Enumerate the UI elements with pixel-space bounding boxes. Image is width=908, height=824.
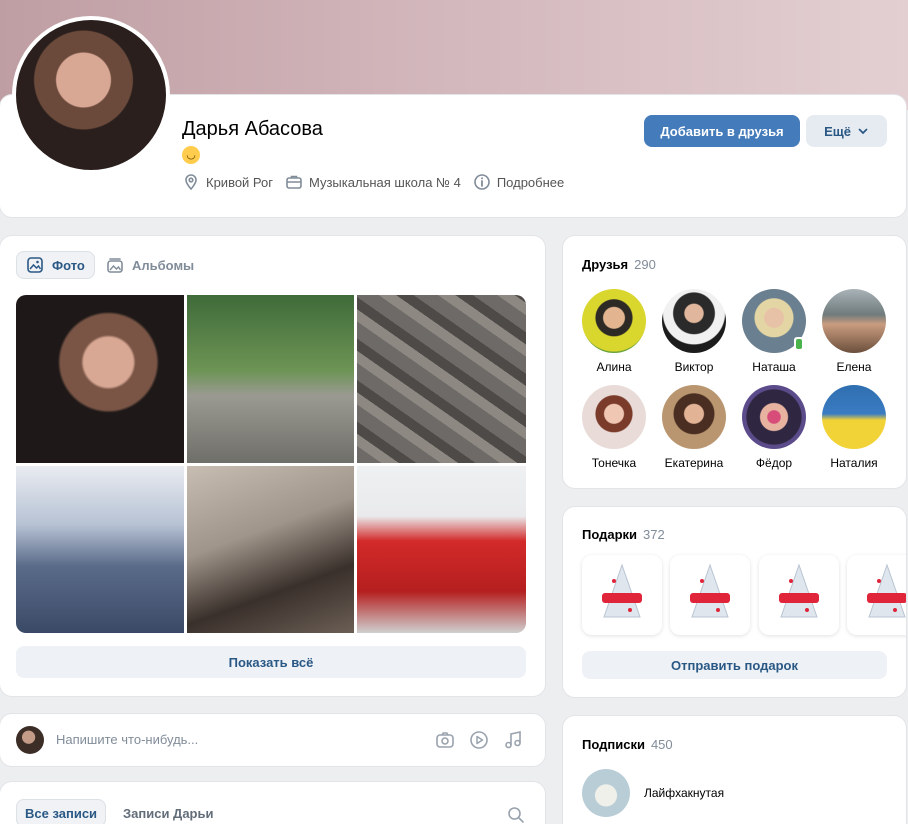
photo-thumbnail[interactable] [16, 466, 184, 633]
show-all-photos-button[interactable]: Показать всё [16, 646, 526, 678]
friend-item[interactable]: Наташа [734, 289, 814, 374]
gifts-card: Подарки 372 Отправить подарок [563, 507, 906, 697]
subscription-name: Лайфхакнутая [644, 786, 725, 800]
friend-item[interactable]: Тонечка [574, 385, 654, 470]
albums-icon [107, 258, 123, 273]
subscriptions-count: 450 [650, 737, 673, 752]
friend-name: Елена [836, 360, 872, 374]
gift-item[interactable] [847, 555, 906, 635]
subscriptions-title: Подписки [582, 737, 645, 752]
more-actions-button[interactable]: Ещё [806, 115, 887, 147]
gift-item[interactable] [582, 555, 662, 635]
profile-school[interactable]: Музыкальная школа № 4 [285, 173, 461, 191]
friend-item[interactable]: Екатерина [654, 385, 734, 470]
add-friend-button[interactable]: Добавить в друзья [644, 115, 800, 147]
friend-name: Екатерина [664, 456, 724, 470]
friend-name: Виктор [674, 360, 714, 374]
friend-item[interactable]: Виктор [654, 289, 734, 374]
subscriptions-header[interactable]: Подписки 450 [582, 737, 673, 752]
tab-albums[interactable]: Альбомы [96, 251, 204, 279]
friend-avatar [822, 385, 886, 449]
friend-avatar [822, 289, 886, 353]
photo-thumbnail[interactable] [357, 295, 526, 463]
status-emoji-icon: ◡ [182, 146, 200, 164]
tab-all-posts[interactable]: Все записи [16, 799, 107, 824]
profile-more-info[interactable]: Подробнее [473, 173, 564, 191]
photo-icon [27, 257, 43, 273]
friends-header[interactable]: Друзья 290 [582, 257, 656, 272]
friend-name: Тонечка [591, 456, 637, 470]
info-icon [474, 174, 490, 190]
friend-avatar [582, 385, 646, 449]
friend-name: Наташа [752, 360, 796, 374]
photos-card: Фото Альбомы Показать всё [0, 236, 545, 696]
friend-item[interactable]: Елена [814, 289, 894, 374]
profile-more-info-label: Подробнее [496, 174, 565, 190]
christmas-tree-gift-icon [867, 563, 906, 618]
tab-photos[interactable]: Фото [16, 251, 95, 279]
friend-name: Наталия [830, 456, 878, 470]
gift-item[interactable] [759, 555, 839, 635]
friend-name: Алина [596, 360, 632, 374]
friend-item[interactable]: Алина [574, 289, 654, 374]
friend-name: Фёдор [755, 456, 793, 470]
gifts-count: 372 [643, 527, 665, 542]
location-pin-icon [185, 174, 197, 191]
profile-city-label: Кривой Рог [206, 174, 273, 190]
friend-avatar [742, 385, 806, 449]
online-status-icon [794, 337, 804, 351]
friends-count: 290 [634, 257, 656, 272]
photo-thumbnail[interactable] [187, 295, 354, 463]
briefcase-icon [286, 175, 302, 189]
gift-item[interactable] [670, 555, 750, 635]
photo-thumbnail[interactable] [16, 295, 184, 463]
friend-avatar [662, 385, 726, 449]
gifts-title: Подарки [582, 527, 638, 542]
post-attach-icons [435, 730, 523, 750]
tab-albums-label: Альбомы [132, 257, 195, 273]
wall-card: Все записи Записи Дарьи [0, 782, 545, 824]
tab-photos-label: Фото [52, 257, 85, 273]
post-composer: Напишите что-нибудь... [0, 714, 545, 766]
christmas-tree-gift-icon [690, 563, 730, 618]
photo-thumbnail[interactable] [187, 466, 354, 633]
search-icon[interactable] [507, 806, 525, 824]
friends-card: Друзья 290 Алина Виктор Наташа Елена Тоне… [563, 236, 906, 488]
christmas-tree-gift-icon [779, 563, 819, 618]
current-user-avatar [16, 726, 44, 754]
chevron-down-icon [858, 128, 868, 135]
profile-city[interactable]: Кривой Рог [182, 173, 273, 191]
subscriptions-card: Подписки 450 Лайфхакнутая [563, 716, 906, 824]
friend-avatar [742, 289, 806, 353]
subscription-avatar [582, 769, 630, 817]
friend-avatar [582, 289, 646, 353]
post-input[interactable]: Напишите что-нибудь... [56, 732, 198, 747]
gifts-header[interactable]: Подарки 372 [582, 527, 665, 542]
music-icon[interactable] [503, 730, 523, 750]
friend-item[interactable]: Наталия [814, 385, 894, 470]
christmas-tree-gift-icon [602, 563, 642, 618]
send-gift-button[interactable]: Отправить подарок [582, 651, 887, 679]
profile-name: Дарья Абасова [182, 118, 323, 140]
subscription-item[interactable]: Лайфхакнутая [582, 769, 724, 817]
tab-owner-posts[interactable]: Записи Дарьи [114, 799, 222, 824]
friend-avatar [662, 289, 726, 353]
profile-school-label: Музыкальная школа № 4 [309, 174, 461, 190]
video-icon[interactable] [469, 730, 489, 750]
camera-icon[interactable] [435, 730, 455, 750]
profile-meta: Кривой Рог Музыкальная школа № 4 Подробн… [182, 173, 564, 191]
more-actions-label: Ещё [824, 123, 851, 139]
profile-avatar[interactable] [12, 16, 170, 174]
photo-thumbnail[interactable] [357, 466, 526, 633]
photo-grid [16, 295, 526, 633]
friends-title: Друзья [582, 257, 629, 272]
friend-item[interactable]: Фёдор [734, 385, 814, 470]
